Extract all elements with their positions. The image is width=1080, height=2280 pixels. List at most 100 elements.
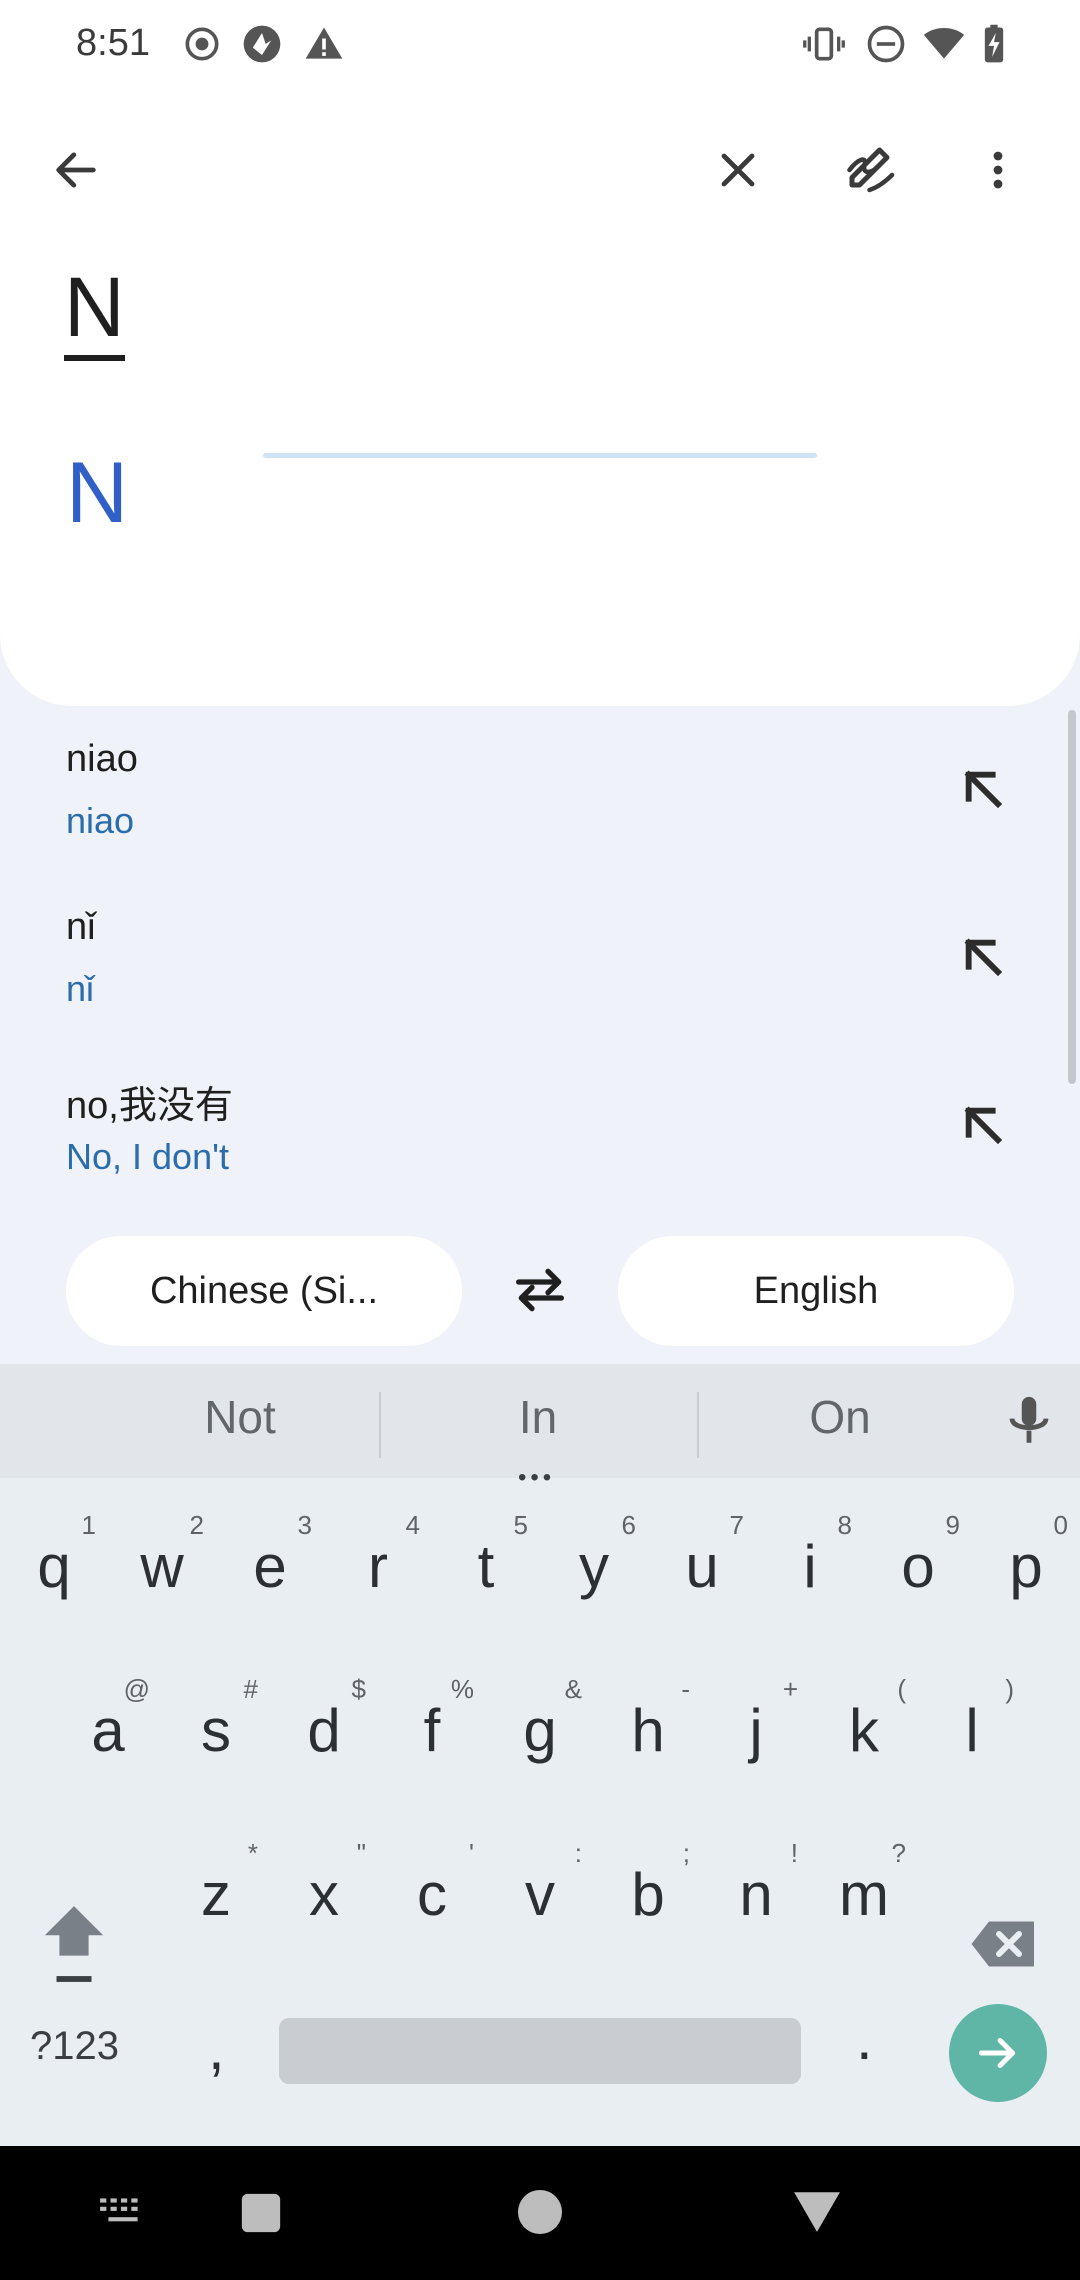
key-g[interactable]: g & — [486, 1660, 594, 1800]
key-hint: 2 — [189, 1510, 204, 1540]
key-label: k — [849, 1696, 879, 1764]
key-s[interactable]: s # — [162, 1660, 270, 1800]
insert-arrow-icon[interactable] — [950, 1092, 1014, 1156]
key-r[interactable]: r4 — [324, 1496, 432, 1636]
wifi-icon — [923, 27, 965, 59]
key-n[interactable]: n! — [702, 1824, 810, 1964]
key-label: x — [309, 1860, 339, 1928]
key-label: m — [839, 1860, 889, 1928]
key-label: t — [477, 1532, 495, 1600]
key-hint: + — [782, 1674, 798, 1704]
key-x[interactable]: x " — [270, 1824, 378, 1964]
spacebar[interactable] — [279, 2018, 801, 2084]
list-item[interactable]: no,我没有 No, I don't — [0, 1042, 1080, 1210]
handwriting-button[interactable] — [824, 122, 920, 218]
key-hint: 4 — [405, 1510, 420, 1540]
more-suggestions-dots[interactable]: ••• — [518, 1464, 555, 1492]
key-label: a — [91, 1696, 125, 1764]
key-label: e — [253, 1532, 287, 1600]
key-label: s — [201, 1696, 231, 1764]
translation-input-card: N N — [0, 90, 1080, 706]
insert-arrow-icon[interactable] — [950, 924, 1014, 988]
key-f[interactable]: f% — [378, 1660, 486, 1800]
suggestion-translation: nǐ — [66, 968, 95, 1009]
key-hint: 7 — [729, 1510, 744, 1540]
suggestion-text: niao — [66, 738, 138, 780]
key-hint: 5 — [513, 1510, 528, 1540]
key-label: l — [965, 1696, 979, 1764]
key-d[interactable]: d $ — [270, 1660, 378, 1800]
key-w[interactable]: w2 — [108, 1496, 216, 1636]
target-language-button[interactable]: English — [618, 1236, 1014, 1346]
key-y[interactable]: y6 — [540, 1496, 648, 1636]
key-m[interactable]: m? — [810, 1824, 918, 1964]
key-p[interactable]: p0 — [972, 1496, 1080, 1636]
key-label: u — [685, 1532, 719, 1600]
backspace-key[interactable] — [950, 1874, 1058, 2014]
key-label: n — [739, 1860, 773, 1928]
microphone-icon[interactable] — [1000, 1392, 1058, 1450]
arrow-back-icon — [56, 152, 96, 188]
key-t[interactable]: t5 — [432, 1496, 540, 1636]
key-label: z — [201, 1860, 231, 1928]
source-language-button[interactable]: Chinese (Si... — [66, 1236, 462, 1346]
key-hint: ( — [897, 1674, 906, 1704]
key-j[interactable]: j + — [702, 1660, 810, 1800]
key-u[interactable]: u7 — [648, 1496, 756, 1636]
key-b[interactable]: b; — [594, 1824, 702, 1964]
keyboard-suggestion[interactable]: In — [438, 1390, 638, 1444]
key-label: r — [368, 1532, 388, 1600]
list-item[interactable]: niao niao — [0, 706, 1080, 874]
key-z[interactable]: z * — [162, 1824, 270, 1964]
key-label: p — [1009, 1532, 1043, 1600]
handwriting-icon — [847, 147, 895, 193]
home-icon[interactable] — [516, 2188, 564, 2236]
period-key[interactable]: . — [856, 2004, 873, 2073]
input-divider — [263, 453, 817, 458]
key-l[interactable]: l) — [918, 1660, 1026, 1800]
key-i[interactable]: i8 — [756, 1496, 864, 1636]
keyboard-suggestion-strip: Not In On — [0, 1364, 1080, 1478]
key-o[interactable]: o9 — [864, 1496, 972, 1636]
system-navigation-bar — [0, 2146, 1080, 2280]
insert-arrow-icon[interactable] — [950, 756, 1014, 820]
key-label: w — [140, 1532, 184, 1600]
status-time: 8:51 — [76, 22, 150, 64]
keyboard-switch-icon[interactable] — [98, 2196, 148, 2230]
suggestion-separator — [697, 1392, 699, 1458]
suggestion-translation: No, I don't — [66, 1136, 229, 1177]
key-hint: 3 — [297, 1510, 312, 1540]
scrollbar[interactable] — [1068, 710, 1076, 1084]
more-options-button[interactable] — [950, 122, 1046, 218]
keyboard-suggestion[interactable]: On — [740, 1390, 940, 1444]
key-label: q — [37, 1532, 71, 1600]
key-hint: " — [356, 1838, 366, 1868]
back-button[interactable] — [28, 122, 124, 218]
key-hint: ) — [1005, 1674, 1014, 1704]
suggestion-separator — [379, 1392, 381, 1458]
more-vert-icon — [993, 151, 1003, 189]
back-nav-icon[interactable] — [792, 2188, 842, 2234]
symbols-key[interactable]: ?123 — [30, 2024, 119, 2069]
close-icon — [721, 153, 755, 187]
key-a[interactable]: a @ — [54, 1660, 162, 1800]
key-hint: @ — [123, 1674, 150, 1704]
key-h[interactable]: h- — [594, 1660, 702, 1800]
source-text-input[interactable]: N — [64, 265, 125, 361]
key-hint: : — [574, 1838, 582, 1868]
key-k[interactable]: k( — [810, 1660, 918, 1800]
keyboard-suggestion[interactable]: Not — [140, 1390, 340, 1444]
key-label: j — [749, 1696, 763, 1764]
key-e[interactable]: e3 — [216, 1496, 324, 1636]
enter-key[interactable] — [949, 2004, 1047, 2102]
key-c[interactable]: c ' — [378, 1824, 486, 1964]
suggestion-text: no,我没有 — [66, 1085, 233, 1127]
list-item[interactable]: nǐ nǐ — [0, 874, 1080, 1042]
shift-key[interactable] — [20, 1874, 128, 2014]
key-q[interactable]: q1 — [0, 1496, 108, 1636]
clear-text-button[interactable] — [690, 122, 786, 218]
comma-key[interactable]: , — [208, 2014, 225, 2083]
key-v[interactable]: v: — [486, 1824, 594, 1964]
recents-icon[interactable] — [238, 2190, 284, 2236]
swap-languages-button[interactable] — [500, 1250, 580, 1330]
